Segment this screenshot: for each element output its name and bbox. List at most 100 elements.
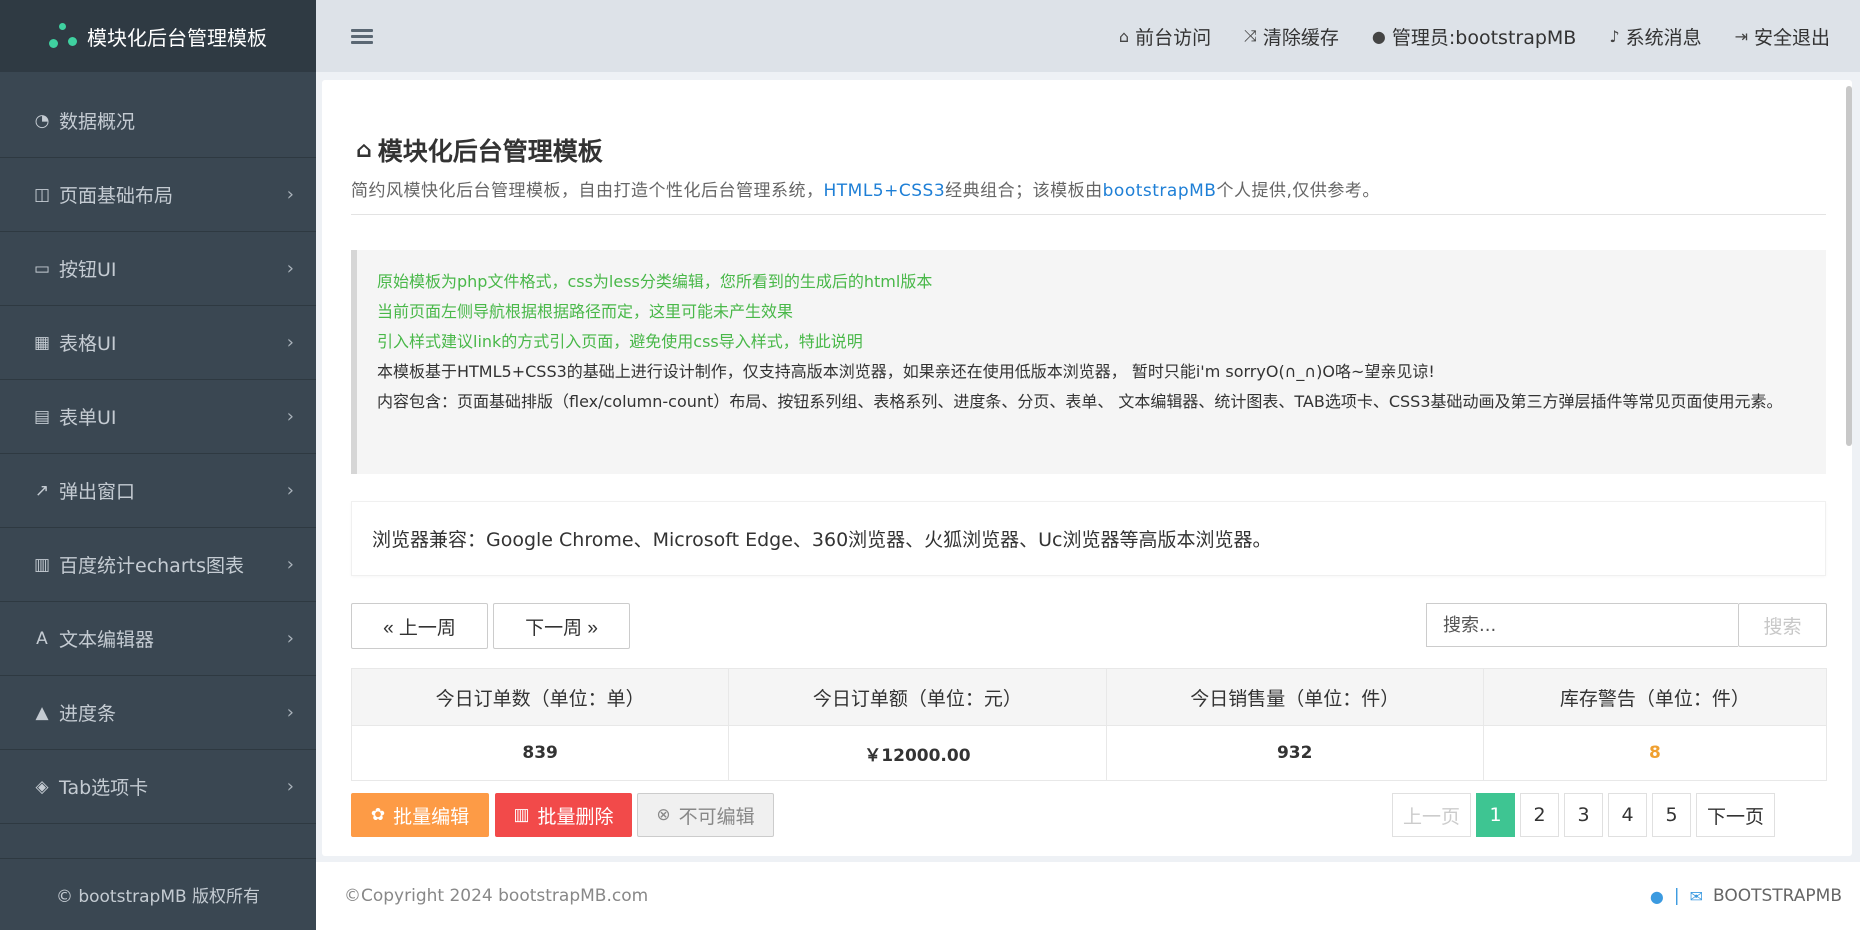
random-icon: ⤨ (1244, 26, 1257, 45)
menu-toggle-icon[interactable] (351, 26, 373, 47)
logout-label: 安全退出 (1753, 26, 1830, 49)
pagination-page-4[interactable]: 4 (1608, 793, 1647, 837)
next-week-button[interactable]: 下一周 » (493, 603, 630, 649)
font-icon: A (36, 628, 48, 649)
desc-highlight: bootstrapMB (1102, 181, 1217, 201)
bulk-delete-button[interactable]: ▥ 批量删除 (495, 793, 632, 837)
chevron-right-icon: › (286, 480, 294, 501)
admin-link[interactable]: ● 管理员:bootstrapMB (1372, 23, 1576, 50)
bar-chart-icon: ▥ (33, 554, 51, 575)
bell-icon: ♪ (1609, 26, 1620, 46)
user-icon: ● (1371, 26, 1386, 46)
chevron-right-icon: › (286, 332, 294, 353)
pagination-page-2[interactable]: 2 (1520, 793, 1559, 837)
sidebar-item-table-ui[interactable]: ▦ 表格UI › (0, 306, 316, 380)
inbox-icon: ▭ (33, 258, 51, 279)
top-nav: ⌂ 前台访问 ⤨ 清除缓存 ● 管理员:bootstrapMB ♪ 系统消息 ⇥… (1086, 23, 1830, 50)
sidebar-item-progress[interactable]: ▲ 进度条 › (0, 676, 316, 750)
page-title: ⌂ 模块化后台管理模板 (356, 132, 603, 168)
sales-volume-cell: 932 (1105, 725, 1484, 781)
table-header-row: 今日订单数（单位：单） 今日订单额（单位：元） 今日销售量（单位：件） 库存警告… (350, 668, 1828, 726)
home-icon: ⌂ (356, 137, 372, 163)
pagination-page-5[interactable]: 5 (1652, 793, 1691, 837)
form-icon: ▤ (33, 406, 51, 427)
desc-highlight: HTML5+CSS3 (823, 181, 946, 201)
sidebar-item-popup[interactable]: ↗ 弹出窗口 › (0, 454, 316, 528)
column-header: 今日订单数（单位：单） (350, 668, 730, 726)
sign-out-icon: ⇥ (1734, 26, 1748, 46)
sidebar-item-button-ui[interactable]: ▭ 按钮UI › (0, 232, 316, 306)
bulk-delete-label: 批量删除 (537, 806, 614, 828)
pagination-prev[interactable]: 上一页 (1392, 793, 1471, 837)
clear-cache-label: 清除缓存 (1262, 26, 1339, 49)
brand-title: 模块化后台管理模板 (87, 25, 267, 50)
user-icon[interactable]: ● (1650, 887, 1664, 906)
envelope-icon[interactable]: ✉ (1690, 887, 1703, 906)
page-footer: ©Copyright 2024 bootstrapMB.com ● | ✉ BO… (316, 862, 1860, 930)
frontend-link[interactable]: ⌂ 前台访问 (1119, 23, 1211, 50)
pagination-next[interactable]: 下一页 (1696, 793, 1775, 837)
external-link-icon: ↗ (34, 480, 50, 501)
table-icon: ▦ (33, 332, 51, 353)
sidebar-item-text-editor[interactable]: A 文本编辑器 › (0, 602, 316, 676)
sidebar-footer: © bootstrapMB 版权所有 (0, 858, 316, 930)
notice-line: 引入样式建议link的方式引入页面，避免使用css导入样式，特此说明 (377, 332, 863, 351)
topbar: ⌂ 前台访问 ⤨ 清除缓存 ● 管理员:bootstrapMB ♪ 系统消息 ⇥… (316, 0, 1860, 72)
browser-compat: 浏览器兼容：Google Chrome、Microsoft Edge、360浏览… (351, 501, 1826, 576)
sidebar: 模块化后台管理模板 ◔ 数据概况 ◫ 页面基础布局 › ▭ 按钮UI › ▦ 表… (0, 0, 316, 930)
bulk-edit-label: 批量编辑 (393, 806, 470, 828)
sidebar-item-page-layout[interactable]: ◫ 页面基础布局 › (0, 158, 316, 232)
chevron-right-icon: › (286, 406, 294, 427)
gear-icon: ✿ (370, 805, 386, 824)
tags-icon: ◈ (35, 776, 49, 797)
road-icon: ▲ (35, 702, 49, 723)
sidebar-item-data-overview[interactable]: ◔ 数据概况 (0, 84, 316, 158)
page-title-text: 模块化后台管理模板 (377, 137, 603, 166)
sidebar-item-label: Tab选项卡 (59, 777, 149, 799)
main-content: ⌂ 模块化后台管理模板 简约风模快化后台管理模板，自由打造个性化后台管理系统，H… (322, 80, 1852, 856)
chevron-right-icon: › (286, 184, 294, 205)
footer-brand: BOOTSTRAPMB (1712, 886, 1842, 906)
sidebar-item-label: 数据概况 (59, 111, 136, 133)
sidebar-item-form-ui[interactable]: ▤ 表单UI › (0, 380, 316, 454)
sidebar-item-label: 表格UI (59, 333, 117, 355)
chevron-right-icon: › (286, 258, 294, 279)
sidebar-item-label: 百度统计echarts图表 (59, 555, 244, 577)
disabled-edit-label: 不可编辑 (678, 806, 755, 828)
search-button[interactable]: 搜索 (1738, 603, 1827, 647)
chevron-right-icon: › (286, 776, 294, 797)
notice-line: 内容包含：页面基础排版（flex/column-count）布局、按钮系列组、表… (377, 392, 1783, 411)
prev-week-button[interactable]: « 上一周 (351, 603, 488, 649)
sidebar-item-label: 弹出窗口 (59, 481, 136, 503)
column-header: 今日销售量（单位：件） (1105, 668, 1484, 726)
disabled-edit-button[interactable]: ⊗ 不可编辑 (637, 793, 774, 837)
divider (351, 214, 1826, 215)
messages-label: 系统消息 (1625, 26, 1702, 49)
bulk-edit-button[interactable]: ✿ 批量编辑 (351, 793, 489, 837)
orders-amount-cell: ￥12000.00 (728, 725, 1107, 781)
notice-box: 原始模板为php文件格式，css为less分类编辑，您所看到的生成后的html版… (351, 250, 1826, 474)
stats-table: 今日订单数（单位：单） 今日订单额（单位：元） 今日销售量（单位：件） 库存警告… (350, 668, 1828, 781)
columns-icon: ◫ (33, 184, 51, 205)
sidebar-item-label: 文本编辑器 (59, 629, 155, 651)
chevron-right-icon: › (286, 702, 294, 723)
desc-text: 个人提供,仅供参考。 (1216, 181, 1380, 201)
clear-cache-link[interactable]: ⤨ 清除缓存 (1244, 23, 1339, 50)
notice-line: 原始模板为php文件格式，css为less分类编辑，您所看到的生成后的html版… (377, 272, 933, 291)
chevron-right-icon: › (286, 554, 294, 575)
scrollbar[interactable] (1846, 86, 1852, 446)
logout-link[interactable]: ⇥ 安全退出 (1735, 23, 1830, 50)
sidebar-item-echarts[interactable]: ▥ 百度统计echarts图表 › (0, 528, 316, 602)
brand[interactable]: 模块化后台管理模板 (0, 0, 316, 72)
times-circle-icon: ⊗ (656, 805, 671, 824)
home-icon: ⌂ (1118, 26, 1130, 46)
pagination-page-3[interactable]: 3 (1564, 793, 1603, 837)
pagination-page-1[interactable]: 1 (1476, 793, 1515, 837)
sidebar-item-label: 表单UI (59, 407, 117, 429)
search-input[interactable] (1426, 603, 1738, 647)
page-description: 简约风模快化后台管理模板，自由打造个性化后台管理系统，HTML5+CSS3经典组… (351, 176, 1380, 201)
dashboard-icon: ◔ (34, 110, 50, 131)
messages-link[interactable]: ♪ 系统消息 (1609, 23, 1701, 50)
copyright-text: ©Copyright 2024 bootstrapMB.com (344, 886, 649, 906)
sidebar-item-tabs[interactable]: ◈ Tab选项卡 › (0, 750, 316, 824)
